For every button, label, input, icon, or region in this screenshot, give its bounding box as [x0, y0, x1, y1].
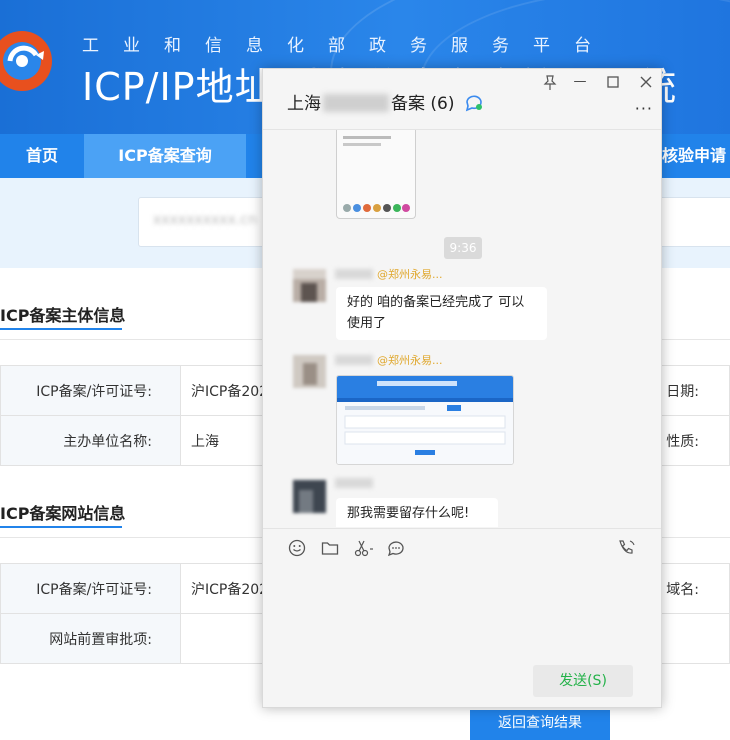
input-toolbar [263, 528, 661, 569]
search-input-value-redacted: xxxxxxxxxx.cn [153, 212, 257, 228]
cell-label: ICP备案/许可证号: [0, 365, 181, 416]
ministry-slogan: 工业和信息化部政务服务平台 [82, 36, 615, 56]
close-icon[interactable] [631, 71, 661, 93]
group-chat-icon[interactable] [464, 94, 484, 112]
screenshot-scissors-icon[interactable] [352, 538, 376, 558]
chat-title-suffix: 备案 (6) [391, 94, 455, 114]
minimize-icon[interactable]: — [565, 71, 595, 93]
sender-line: @郑州永易... [335, 266, 443, 282]
maximize-icon[interactable] [598, 71, 628, 93]
send-button[interactable]: 发送(S) [533, 665, 633, 697]
redacted-sender-name [335, 478, 373, 488]
section-underline [0, 526, 122, 528]
cell-label: 主办单位名称: [0, 415, 181, 466]
folder-icon[interactable] [320, 538, 340, 558]
section-underline [0, 328, 122, 330]
redacted-sender-name [335, 355, 373, 365]
cell-label: 网站前置审批项: [0, 613, 181, 664]
chat-header: 上海 备案 (6) — ··· [263, 69, 661, 130]
avatar[interactable] [293, 355, 326, 388]
subject-section-title: ICP备案主体信息 [0, 306, 126, 325]
nav-home[interactable]: 首页 [0, 134, 84, 178]
redacted-name [323, 94, 389, 112]
image-message-thumbnail[interactable] [336, 130, 416, 219]
avatar[interactable] [293, 480, 326, 513]
return-results-button[interactable]: 返回查询结果 [470, 710, 610, 740]
message-list[interactable]: 9:36 @郑州永易... 好的 咱的备案已经完成了 可以使用了 @郑州永易..… [263, 130, 661, 527]
voice-call-icon[interactable] [616, 538, 638, 558]
website-section-title: ICP备案网站信息 [0, 504, 126, 523]
miit-logo-icon [0, 31, 52, 91]
chat-window: 上海 备案 (6) — ··· 9:36 @郑州永易... 好的 咱的备案已经完… [262, 68, 662, 708]
sender-line: @郑州永易... [335, 352, 443, 368]
more-options-icon[interactable]: ··· [635, 99, 653, 118]
thumbnail-app-dock [343, 204, 410, 212]
redacted-sender-name [335, 269, 373, 279]
pin-icon[interactable] [535, 71, 565, 93]
nav-verify-apply[interactable]: 核验申请 [662, 134, 730, 178]
cell-label: ICP备案/许可证号: [0, 563, 181, 614]
thumbnail-text-lines [343, 136, 391, 146]
avatar[interactable] [293, 269, 326, 302]
message-bubble[interactable]: 那我需要留存什么呢! [336, 498, 498, 527]
screenshot-image-message[interactable] [336, 375, 514, 465]
chat-bubble-icon[interactable] [386, 538, 406, 558]
screenshot-preview [337, 376, 513, 464]
timestamp-chip: 9:36 [444, 237, 482, 259]
mention-text: @郑州永易... [377, 268, 443, 281]
chat-title: 上海 备案 (6) [287, 89, 484, 114]
message-bubble[interactable]: 好的 咱的备案已经完成了 可以使用了 [336, 287, 547, 340]
nav-icp-query[interactable]: ICP备案查询 [84, 134, 246, 178]
mention-text: @郑州永易... [377, 354, 443, 367]
emoji-icon[interactable] [287, 538, 307, 558]
chat-title-prefix: 上海 [287, 94, 321, 114]
sender-line [335, 477, 377, 490]
